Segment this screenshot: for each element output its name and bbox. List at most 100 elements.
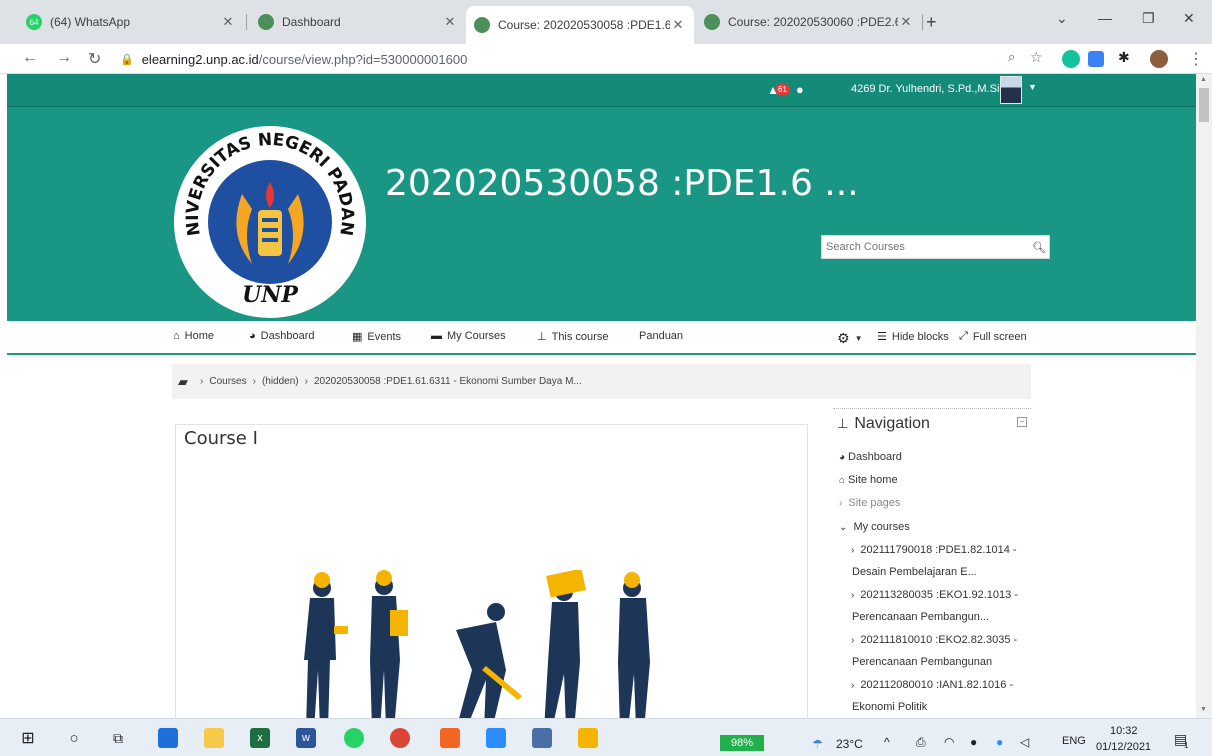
menu-kebab-icon[interactable]: ⋮: [1188, 49, 1204, 69]
app-icon[interactable]: [532, 728, 552, 748]
tab-title: Dashboard: [282, 15, 341, 29]
close-tab-icon[interactable]: ✕: [220, 14, 236, 30]
tray-icon[interactable]: ●: [996, 735, 1003, 749]
new-tab-button[interactable]: +: [926, 12, 937, 33]
chrome-icon[interactable]: [390, 728, 410, 748]
chevron-right-icon: ›: [851, 545, 855, 556]
hide-blocks-button[interactable]: ☰ Hide blocks: [877, 330, 949, 344]
tray-icon[interactable]: ●: [970, 735, 977, 749]
bell-icon[interactable]: ▲: [767, 83, 779, 97]
minimize-button[interactable]: —: [1098, 10, 1112, 26]
tab-title: (64) WhatsApp: [50, 15, 131, 29]
search-courses-input[interactable]: [822, 241, 1029, 253]
excel-icon[interactable]: x: [250, 728, 270, 748]
menu-home-label: Home: [184, 330, 214, 342]
scroll-down-icon[interactable]: ▼: [1200, 706, 1207, 713]
folder-icon[interactable]: ▰: [178, 374, 188, 390]
zoom-app-icon[interactable]: [486, 728, 506, 748]
close-window-button[interactable]: ✕: [1183, 10, 1195, 27]
tab-course-2[interactable]: Course: 202020530060 :PDE2.61.6 ✕: [696, 8, 922, 36]
tab-whatsapp[interactable]: 64 (64) WhatsApp ✕: [18, 8, 244, 36]
word-icon[interactable]: w: [296, 728, 316, 748]
volume-icon[interactable]: ◁: [1020, 735, 1029, 749]
wifi-icon[interactable]: ◠: [944, 735, 954, 749]
close-tab-icon[interactable]: ✕: [898, 14, 914, 30]
user-name[interactable]: 4269 Dr. Yulhendri, S.Pd.,M.Si: [851, 83, 999, 95]
tray-icon[interactable]: ⎙: [916, 735, 926, 750]
nav-course-item[interactable]: › 202113280035 :EKO1.92.1013 -: [851, 589, 1018, 601]
nav-course-code: 202111810010 :EKO2.82.3035 -: [860, 634, 1018, 646]
nav-course-item[interactable]: › 202112080010 :IAN1.82.1016 -: [851, 679, 1013, 691]
breadcrumb-courses[interactable]: Courses: [209, 376, 246, 387]
grammarly-extension-icon[interactable]: [1062, 50, 1080, 68]
store-icon[interactable]: [158, 728, 178, 748]
sticky-notes-icon[interactable]: [578, 728, 598, 748]
whatsapp-favicon-icon: 64: [26, 14, 42, 30]
forward-icon[interactable]: →: [56, 49, 72, 67]
breadcrumb: ▰ › Courses › (hidden) › 202020530058 :P…: [172, 364, 1031, 399]
file-explorer-icon[interactable]: [204, 728, 224, 748]
nav-dashboard[interactable]: ◕ Dashboard: [839, 451, 902, 463]
profile-avatar-icon[interactable]: [1150, 50, 1168, 68]
breadcrumb-hidden[interactable]: (hidden): [262, 376, 299, 387]
scrollbar-thumb[interactable]: [1199, 88, 1209, 122]
search-icon[interactable]: ○: [64, 728, 84, 748]
task-view-icon[interactable]: ⧉: [108, 728, 128, 748]
nav-site-home[interactable]: ⌂ Site home: [839, 474, 898, 486]
nav-my-courses[interactable]: ⌄ My courses: [839, 521, 910, 533]
clock-date[interactable]: 01/12/2021: [1096, 741, 1151, 753]
home-icon: ⌂: [173, 330, 180, 342]
user-menu-caret-icon[interactable]: ▼: [1028, 82, 1037, 92]
tab-title: Course: 202020530060 :PDE2.61.6: [728, 15, 898, 29]
search-icon[interactable]: 🔍︎: [1029, 241, 1049, 254]
nav-site-pages[interactable]: › Site pages: [839, 497, 900, 509]
chevron-right-icon: ›: [851, 680, 855, 691]
tab-dashboard[interactable]: Dashboard ✕: [250, 8, 466, 36]
user-avatar[interactable]: [1000, 76, 1022, 104]
language-indicator[interactable]: ENG: [1062, 735, 1086, 747]
menu-home[interactable]: ⌂ Home: [173, 330, 214, 342]
collapse-block-button[interactable]: −: [1017, 417, 1027, 427]
close-tab-icon[interactable]: ✕: [442, 14, 458, 30]
reload-icon[interactable]: ↻: [88, 49, 101, 69]
sitemap-icon: ⊥: [837, 416, 849, 431]
windows-start-icon[interactable]: ⊞: [18, 728, 38, 748]
settings-menu[interactable]: ⚙ ▼: [837, 330, 862, 347]
menu-this-course[interactable]: ⊥ This course: [537, 330, 608, 344]
nav-course-name[interactable]: Perencanaan Pembangunan: [852, 656, 992, 668]
translate-extension-icon[interactable]: [1088, 51, 1104, 67]
back-icon[interactable]: ←: [22, 49, 38, 67]
nav-course-name[interactable]: Perencanaan Pembangun...: [852, 611, 989, 623]
menu-dashboard[interactable]: ◕ Dashboard: [249, 330, 314, 342]
scroll-up-icon[interactable]: ▲: [1200, 76, 1207, 83]
tab-search-icon[interactable]: ⌄: [1056, 10, 1068, 27]
temperature-text[interactable]: 23°C: [836, 737, 863, 751]
chevron-right-icon: ›: [851, 590, 855, 601]
battery-indicator[interactable]: 98%: [720, 735, 764, 751]
extensions-puzzle-icon[interactable]: ✱: [1118, 49, 1130, 66]
chat-icon[interactable]: ●: [796, 82, 804, 97]
url-field[interactable]: 🔒 elearning2.unp.ac.id/course/view.php?i…: [120, 48, 1060, 70]
bookmark-star-icon[interactable]: ☆: [1030, 49, 1043, 66]
breadcrumb-current[interactable]: 202020530058 :PDE1.61.6311 - Ekonomi Sum…: [314, 376, 582, 387]
clock-time[interactable]: 10:32: [1110, 725, 1138, 737]
app-icon[interactable]: [440, 728, 460, 748]
notification-area[interactable]: ▲ 61 ●: [767, 82, 804, 97]
chevron-up-icon[interactable]: ^: [884, 735, 890, 749]
close-tab-icon[interactable]: ✕: [670, 17, 686, 33]
menu-panduan[interactable]: Panduan: [639, 330, 683, 342]
page-scrollbar[interactable]: ▲ ▼: [1196, 74, 1212, 718]
nav-course-name[interactable]: Desain Pembelajaran E...: [852, 566, 977, 578]
tab-course-active[interactable]: Course: 202020530058 :PDE1.61.6 ✕: [466, 6, 694, 44]
restore-button[interactable]: ❐: [1142, 10, 1155, 27]
nav-course-item[interactable]: › 202111790018 :PDE1.82.1014 -: [851, 544, 1017, 556]
weather-icon[interactable]: ☂: [812, 737, 823, 751]
nav-course-item[interactable]: › 202111810010 :EKO2.82.3035 -: [851, 634, 1017, 646]
windows-taskbar: ⊞ ○ ⧉ x w 98% ☂ 23°C ^ ⎙ ◠ ● ● ◁ ENG 10:…: [0, 718, 1212, 756]
menu-events[interactable]: ▦ Events: [352, 330, 401, 344]
menu-my-courses[interactable]: ▬ My Courses: [431, 330, 506, 342]
full-screen-button[interactable]: ⤢ Full screen: [959, 330, 1027, 343]
whatsapp-icon[interactable]: [344, 728, 364, 748]
nav-course-name[interactable]: Ekonomi Politik: [852, 701, 927, 713]
zoom-icon[interactable]: ⌕: [1008, 49, 1015, 65]
